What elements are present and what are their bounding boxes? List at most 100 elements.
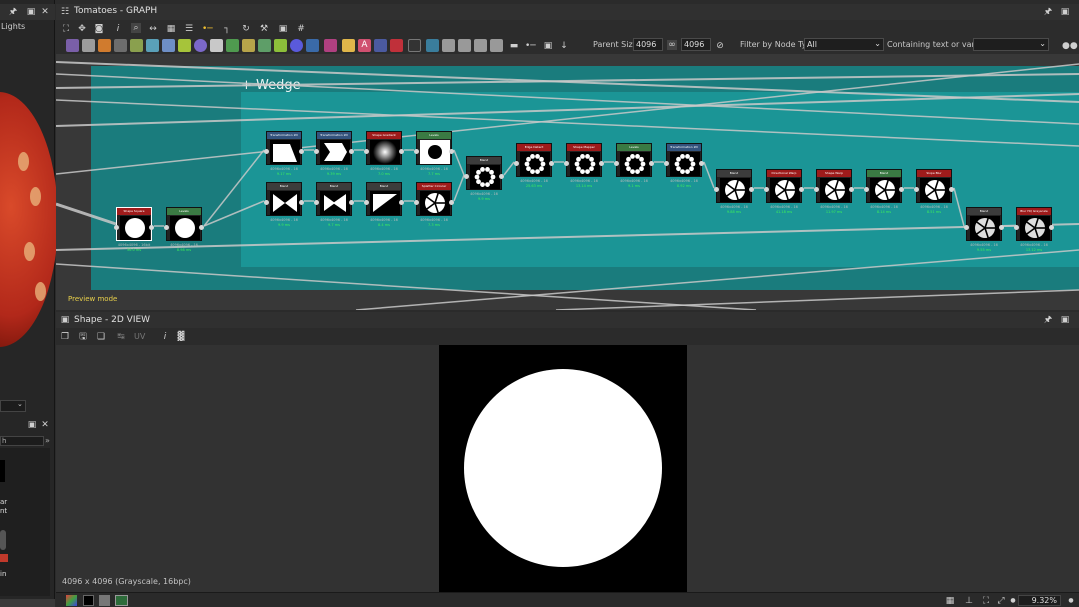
graph-node-blend-2[interactable]: Blend 4096x4096 - 16 9.7 ms	[314, 182, 354, 227]
rotate-icon[interactable]: ↻	[241, 24, 251, 34]
node-output-port[interactable]	[149, 225, 154, 230]
node-input-port[interactable]	[164, 225, 169, 230]
zoom-level-field[interactable]: 9.32%	[1018, 595, 1061, 606]
grid-icon[interactable]: #	[296, 24, 306, 34]
frame-all-icon[interactable]: ⛶	[61, 24, 71, 34]
node-input-port[interactable]	[714, 187, 719, 192]
node-type-binary-icon[interactable]	[408, 39, 421, 52]
node-input-port[interactable]	[364, 200, 369, 205]
info-icon[interactable]: i	[113, 24, 123, 34]
node-type-layout3-icon[interactable]	[474, 39, 487, 52]
graph-node-slope[interactable]: Slope Blur 4096x4096 - 16 8.51 ms	[914, 169, 954, 214]
node-type-frame-icon[interactable]	[374, 39, 387, 52]
node-type-fx-icon[interactable]	[324, 39, 337, 52]
float-icon[interactable]: ▣	[1060, 7, 1070, 17]
node-type-text-icon[interactable]: A	[358, 39, 371, 52]
graph-node-levels-a[interactable]: Levels 4096x4096 - 16 8.98 ms	[164, 207, 204, 252]
node-input-port[interactable]	[564, 161, 569, 166]
graph-node-transform-3[interactable]: Transformation 2D 4096x4096 - 16 8.92 ms	[664, 143, 704, 188]
node-type-noise-icon[interactable]	[290, 39, 303, 52]
graph-node-warp-1[interactable]: Directional Warp 4096x4096 - 16 41.18 ms	[764, 169, 804, 214]
reset-size-icon[interactable]: ⊘	[715, 41, 725, 51]
zoom-in-icon[interactable]: ⤢	[996, 596, 1006, 606]
graph-node-transform-1[interactable]: Transformation 2D 4096x4096 - 16 9.17 ms	[264, 131, 304, 176]
display-mode-icon[interactable]	[115, 595, 128, 606]
node-type-tree-icon[interactable]	[226, 39, 239, 52]
graph-node-levels-b[interactable]: Levels 4096x4096 - 16 7.7 ms	[414, 131, 454, 176]
node-type-layout2-icon[interactable]	[458, 39, 471, 52]
left-search-input[interactable]: h	[0, 436, 44, 446]
node-output-port[interactable]	[699, 161, 704, 166]
expand-icon[interactable]: »	[45, 436, 50, 445]
pin-icon[interactable]: 🖈	[8, 7, 18, 17]
close-icon[interactable]: ✕	[40, 420, 50, 430]
graph-node-blend-7[interactable]: Blend 4096x4096 - 16 9.55 ms	[964, 207, 1004, 252]
pin-node-icon[interactable]: ↓	[559, 41, 569, 51]
uv-link-icon[interactable]: ↹	[116, 332, 126, 342]
node-output-port[interactable]	[849, 187, 854, 192]
graph-node-levels-c[interactable]: Levels 4096x4096 - 16 9.1 ms	[614, 143, 654, 188]
node-output-port[interactable]	[449, 200, 454, 205]
node-input-port[interactable]	[614, 161, 619, 166]
node-input-port[interactable]	[764, 187, 769, 192]
graph-node-edge-1[interactable]: Edge Detect 4096x4096 - 16 25.63 ms	[514, 143, 554, 188]
node-type-shape-icon[interactable]	[194, 39, 207, 52]
node-output-port[interactable]	[649, 161, 654, 166]
pan-icon[interactable]: ✥	[77, 24, 87, 34]
node-type-warning-icon[interactable]	[342, 39, 355, 52]
node-type-uniform-icon[interactable]	[82, 39, 95, 52]
copy-icon[interactable]: ❐	[60, 332, 70, 342]
node-input-port[interactable]	[1014, 225, 1019, 230]
output-size-select[interactable]: 4096	[681, 38, 711, 51]
node-input-port[interactable]	[364, 149, 369, 154]
node-input-port[interactable]	[114, 225, 119, 230]
graph-node-blend-5[interactable]: Blend 4096x4096 - 16 9.88 ms	[714, 169, 754, 214]
node-output-port[interactable]	[499, 174, 504, 179]
background-black-icon[interactable]	[83, 595, 94, 606]
node-input-port[interactable]	[414, 149, 419, 154]
node-input-port[interactable]	[464, 174, 469, 179]
output-icon[interactable]: ▣	[543, 41, 553, 51]
graph-node-blend-4[interactable]: Blend 4096x4096 - 16 9.9 ms	[464, 156, 504, 201]
node-input-port[interactable]	[664, 161, 669, 166]
node-type-transform-icon[interactable]	[146, 39, 159, 52]
library-thumb[interactable]	[0, 554, 8, 562]
node-input-port[interactable]	[264, 149, 269, 154]
pin-icon[interactable]: 🖈	[1043, 7, 1053, 17]
node-type-fill-icon[interactable]	[98, 39, 111, 52]
node-type-bitmap-icon[interactable]	[66, 39, 79, 52]
node-output-port[interactable]	[299, 200, 304, 205]
left-dropdown[interactable]: ⌄	[0, 400, 26, 412]
uv-label[interactable]: UV	[134, 332, 145, 341]
camera-icon[interactable]: ◙	[94, 24, 104, 34]
graph-node-blend-1[interactable]: Blend 4096x4096 - 16 9.9 ms	[264, 182, 304, 227]
node-output-port[interactable]	[999, 225, 1004, 230]
tile-icon[interactable]: ⊥	[964, 596, 974, 606]
containing-text-input[interactable]: ⌄	[973, 38, 1049, 51]
node-input-port[interactable]	[514, 161, 519, 166]
node-input-port[interactable]	[864, 187, 869, 192]
graph-node-splatter[interactable]: Splatter Circular 4096x4096 - 16 7.3 ms	[414, 182, 454, 227]
node-output-port[interactable]	[349, 149, 354, 154]
display-icon[interactable]: ▣	[278, 24, 288, 34]
graph-node-source[interactable]: Shape Square 4096x4096 - 16bit 30.0 ms	[114, 207, 154, 252]
library-thumb[interactable]	[0, 530, 6, 550]
node-type-layout4-icon[interactable]	[490, 39, 503, 52]
grid-toggle-icon[interactable]: ▦	[945, 596, 955, 606]
link-nodes-icon[interactable]: ↔	[148, 24, 158, 34]
node-input-port[interactable]	[314, 200, 319, 205]
comment-icon[interactable]: ▬	[509, 41, 519, 51]
node-type-paint-icon[interactable]	[390, 39, 403, 52]
node-input-port[interactable]	[264, 200, 269, 205]
histogram-icon[interactable]: ▓	[176, 332, 186, 342]
node-output-port[interactable]	[349, 200, 354, 205]
node-output-port[interactable]	[449, 149, 454, 154]
rendered-texture[interactable]	[439, 345, 687, 592]
float-icon[interactable]: ▣	[26, 7, 36, 17]
node-type-warp-icon[interactable]	[162, 39, 175, 52]
node-output-port[interactable]	[599, 161, 604, 166]
node-output-port[interactable]	[749, 187, 754, 192]
node-type-mask-icon[interactable]	[274, 39, 287, 52]
graph-node-output[interactable]: Blur HQ Grayscale 4096x4096 - 16 13.12 ms	[1014, 207, 1054, 252]
more-options-icon[interactable]: ●●	[1062, 41, 1078, 51]
